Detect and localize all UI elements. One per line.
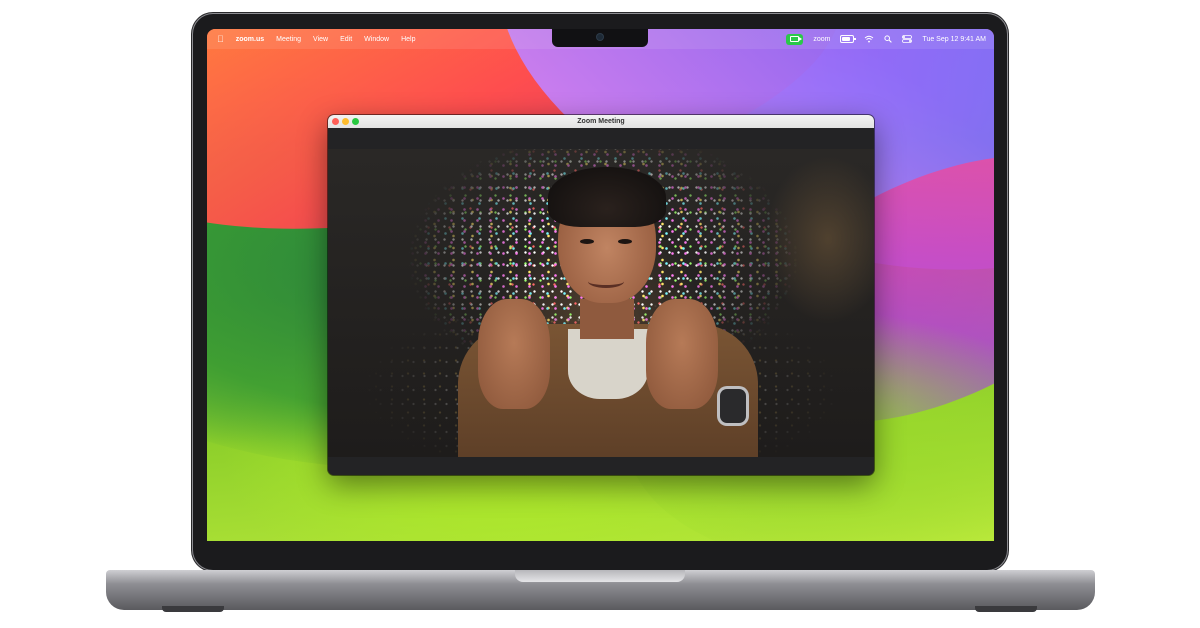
menu-bar-clock[interactable]: Tue Sep 12 9:41 AM xyxy=(922,36,986,43)
close-button[interactable] xyxy=(332,118,339,125)
participant-neck xyxy=(580,299,634,339)
meeting-bottom-bar xyxy=(328,457,874,475)
menu-item-meeting[interactable]: Meeting xyxy=(276,36,301,43)
menu-item-help[interactable]: Help xyxy=(401,36,415,43)
thumbs-up-right xyxy=(646,299,718,409)
menu-item-view[interactable]: View xyxy=(313,36,328,43)
control-center-icon[interactable] xyxy=(902,35,913,43)
laptop-foot xyxy=(162,606,224,612)
desktop-screen:  zoom.us Meeting View Edit Window Help … xyxy=(207,29,994,541)
participant-hair xyxy=(548,167,666,227)
laptop-base-notch xyxy=(515,570,685,582)
laptop-foot xyxy=(975,606,1037,612)
video-camera-icon[interactable] xyxy=(786,33,804,45)
participant-smile xyxy=(588,275,624,288)
window-titlebar[interactable]: Zoom Meeting xyxy=(328,115,874,128)
thumbs-up-left xyxy=(478,299,550,409)
battery-icon[interactable] xyxy=(840,35,857,43)
meeting-top-bar xyxy=(328,128,874,149)
participant-eye xyxy=(618,239,632,244)
menu-bar-right: zoom Tue Sep 12 9:41 AM xyxy=(786,29,986,49)
search-icon[interactable] xyxy=(884,35,893,43)
menu-item-edit[interactable]: Edit xyxy=(340,36,352,43)
maximize-button[interactable] xyxy=(352,118,359,125)
menu-app-name[interactable]: zoom.us xyxy=(236,36,264,43)
zoom-meeting-window: Zoom Meeting xyxy=(328,115,874,475)
video-feed xyxy=(328,149,874,457)
window-controls xyxy=(332,118,359,125)
menu-bar-left:  zoom.us Meeting View Edit Window Help xyxy=(207,34,415,44)
minimize-button[interactable] xyxy=(342,118,349,125)
window-title: Zoom Meeting xyxy=(577,118,625,125)
apple-icon[interactable]:  xyxy=(217,34,224,44)
participant-undershirt xyxy=(568,329,648,399)
participant-eye xyxy=(580,239,594,244)
status-item-zoom[interactable]: zoom xyxy=(813,36,830,43)
webcam-icon xyxy=(597,34,603,40)
wifi-icon[interactable] xyxy=(864,35,874,43)
camera-notch xyxy=(552,29,648,47)
smartwatch xyxy=(720,389,746,423)
menu-item-window[interactable]: Window xyxy=(364,36,389,43)
